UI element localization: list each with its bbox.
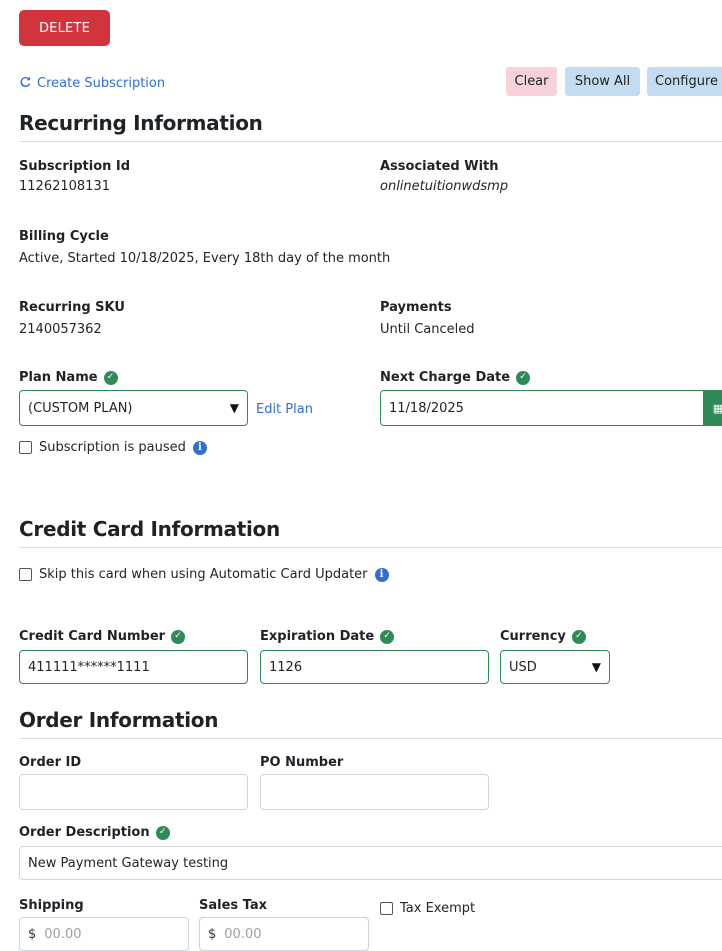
plan-name-select[interactable]: (CUSTOM PLAN) ▼ [19, 390, 248, 426]
check-circle-icon: ✓ [516, 370, 531, 385]
edit-plan-link[interactable]: Edit Plan [256, 402, 313, 417]
plan-name-selected: (CUSTOM PLAN) [28, 400, 133, 416]
subscription-paused-checkbox[interactable]: Subscription is paused i [19, 440, 207, 455]
sales-tax-placeholder: 00.00 [224, 926, 262, 942]
chevron-down-icon: ▼ [229, 401, 239, 415]
plan-name-label: Plan Name ✓ [19, 370, 118, 385]
refresh-icon [19, 75, 32, 92]
check-circle-icon: ✓ [380, 629, 395, 644]
shipping-label: Shipping [19, 898, 84, 913]
order-description-label: Order Description ✓ [19, 825, 170, 840]
currency-label: Currency ✓ [500, 629, 586, 644]
recurring-sku-value: 2140057362 [19, 322, 102, 337]
subscription-id-value: 11262108131 [19, 179, 110, 194]
delete-button[interactable]: DELETE [19, 10, 110, 46]
credit-card-number-input[interactable]: 411111******1111 [19, 650, 248, 684]
expiration-date-value: 1126 [269, 659, 303, 675]
expiration-date-label: Expiration Date ✓ [260, 629, 395, 644]
order-description-value: New Payment Gateway testing [28, 855, 229, 871]
configure-button[interactable]: Configure [647, 67, 722, 96]
create-subscription-label: Create Subscription [37, 76, 166, 91]
show-all-button[interactable]: Show All [565, 67, 640, 96]
credit-card-number-label: Credit Card Number ✓ [19, 629, 186, 644]
billing-cycle-value: Active, Started 10/18/2025, Every 18th d… [19, 251, 391, 266]
credit-card-number-value: 411111******1111 [28, 659, 150, 675]
currency-selected: USD [509, 659, 537, 675]
po-number-label: PO Number [260, 755, 344, 770]
tax-exempt-checkbox[interactable]: Tax Exempt [380, 901, 475, 916]
sales-tax-currency: $ [208, 926, 217, 942]
section-divider [19, 547, 722, 548]
check-circle-icon: ✓ [103, 370, 118, 385]
info-circle-icon[interactable]: i [192, 440, 207, 455]
payments-label: Payments [380, 300, 452, 315]
order-information-heading: Order Information [19, 708, 219, 732]
expiration-date-input[interactable]: 1126 [260, 650, 489, 684]
shipping-input[interactable]: $ 00.00 [19, 917, 189, 951]
recurring-sku-label: Recurring SKU [19, 300, 125, 315]
calendar-icon[interactable]: ▦ [703, 390, 722, 426]
subscription-paused-label: Subscription is paused [39, 440, 186, 455]
checkbox-box[interactable] [19, 568, 32, 581]
tax-exempt-label: Tax Exempt [400, 901, 476, 916]
po-number-input[interactable] [260, 774, 489, 810]
associated-with-value: onlinetuitionwdsmp [380, 179, 509, 194]
recurring-information-heading: Recurring Information [19, 111, 263, 135]
check-circle-icon: ✓ [171, 629, 186, 644]
billing-cycle-label: Billing Cycle [19, 229, 109, 244]
order-id-label: Order ID [19, 755, 82, 770]
sales-tax-input[interactable]: $ 00.00 [199, 917, 369, 951]
chevron-down-icon: ▼ [591, 660, 601, 674]
create-subscription-link[interactable]: Create Subscription [19, 75, 165, 92]
payments-value: Until Canceled [380, 322, 475, 337]
skip-card-updater-label: Skip this card when using Automatic Card… [39, 567, 368, 582]
shipping-placeholder: 00.00 [44, 926, 82, 942]
checkbox-box[interactable] [19, 441, 32, 454]
section-divider [19, 738, 722, 739]
clear-button[interactable]: Clear [506, 67, 557, 96]
next-charge-date-label: Next Charge Date ✓ [380, 370, 531, 385]
order-description-input[interactable]: New Payment Gateway testing [19, 846, 722, 880]
check-circle-icon: ✓ [571, 629, 586, 644]
order-id-input[interactable] [19, 774, 248, 810]
info-circle-icon[interactable]: i [374, 567, 389, 582]
associated-with-label: Associated With [380, 159, 499, 174]
checkbox-box[interactable] [380, 902, 393, 915]
check-circle-icon: ✓ [155, 825, 170, 840]
skip-card-updater-checkbox[interactable]: Skip this card when using Automatic Card… [19, 567, 389, 582]
currency-select[interactable]: USD ▼ [500, 650, 610, 684]
credit-card-information-heading: Credit Card Information [19, 517, 280, 541]
subscription-id-label: Subscription Id [19, 159, 131, 174]
next-charge-date-value: 11/18/2025 [389, 400, 464, 416]
section-divider [19, 141, 722, 142]
sales-tax-label: Sales Tax [199, 898, 268, 913]
shipping-currency: $ [28, 926, 37, 942]
next-charge-date-input[interactable]: 11/18/2025 [380, 390, 705, 426]
